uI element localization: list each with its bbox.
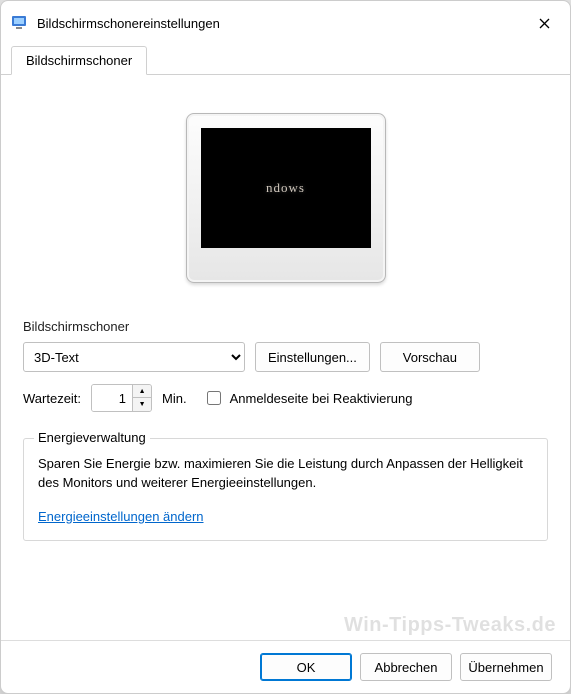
spinner-up[interactable]: ▲	[133, 385, 151, 398]
spinner-down[interactable]: ▼	[133, 398, 151, 411]
energy-text: Sparen Sie Energie bzw. maximieren Sie d…	[38, 455, 533, 493]
ok-button[interactable]: OK	[260, 653, 352, 681]
monitor-preview: ndows	[186, 113, 386, 283]
energy-group: Energieverwaltung Sparen Sie Energie bzw…	[23, 438, 548, 541]
content-area: ndows Bildschirmschoner 3D-Text Einstell…	[1, 75, 570, 640]
wait-label: Wartezeit:	[23, 391, 81, 406]
resume-checkbox-wrap[interactable]: Anmeldeseite bei Reaktivierung	[203, 388, 413, 408]
monitor-stand	[251, 288, 321, 292]
dialog-window: Bildschirmschonereinstellungen Bildschir…	[0, 0, 571, 694]
screensaver-row: 3D-Text Einstellungen... Vorschau	[23, 342, 548, 372]
apply-button[interactable]: Übernehmen	[460, 653, 552, 681]
monitor-preview-wrap: ndows	[23, 93, 548, 311]
dialog-buttons: OK Abbrechen Übernehmen	[1, 640, 570, 693]
screensaver-select[interactable]: 3D-Text	[23, 342, 245, 372]
cancel-button[interactable]: Abbrechen	[360, 653, 452, 681]
titlebar: Bildschirmschonereinstellungen	[1, 1, 570, 43]
spinner-buttons: ▲ ▼	[132, 385, 151, 411]
wait-unit: Min.	[162, 391, 187, 406]
settings-button[interactable]: Einstellungen...	[255, 342, 370, 372]
screensaver-group: Bildschirmschoner 3D-Text Einstellungen.…	[23, 319, 548, 424]
resume-checkbox-label: Anmeldeseite bei Reaktivierung	[230, 391, 413, 406]
preview-button[interactable]: Vorschau	[380, 342, 480, 372]
tabstrip: Bildschirmschoner	[1, 45, 570, 75]
screensaver-icon	[11, 14, 29, 32]
close-button[interactable]	[528, 9, 560, 37]
screensaver-preview-screen: ndows	[201, 128, 371, 248]
wait-row: Wartezeit: ▲ ▼ Min. Anmeldeseite bei Rea…	[23, 384, 548, 412]
energy-legend: Energieverwaltung	[34, 430, 150, 445]
wait-input[interactable]	[92, 385, 132, 411]
wait-spinner[interactable]: ▲ ▼	[91, 384, 152, 412]
screensaver-group-label: Bildschirmschoner	[23, 319, 548, 334]
resume-checkbox[interactable]	[207, 391, 221, 405]
energy-settings-link[interactable]: Energieeinstellungen ändern	[38, 509, 204, 524]
window-title: Bildschirmschonereinstellungen	[37, 16, 528, 31]
tab-screensaver[interactable]: Bildschirmschoner	[11, 46, 147, 75]
